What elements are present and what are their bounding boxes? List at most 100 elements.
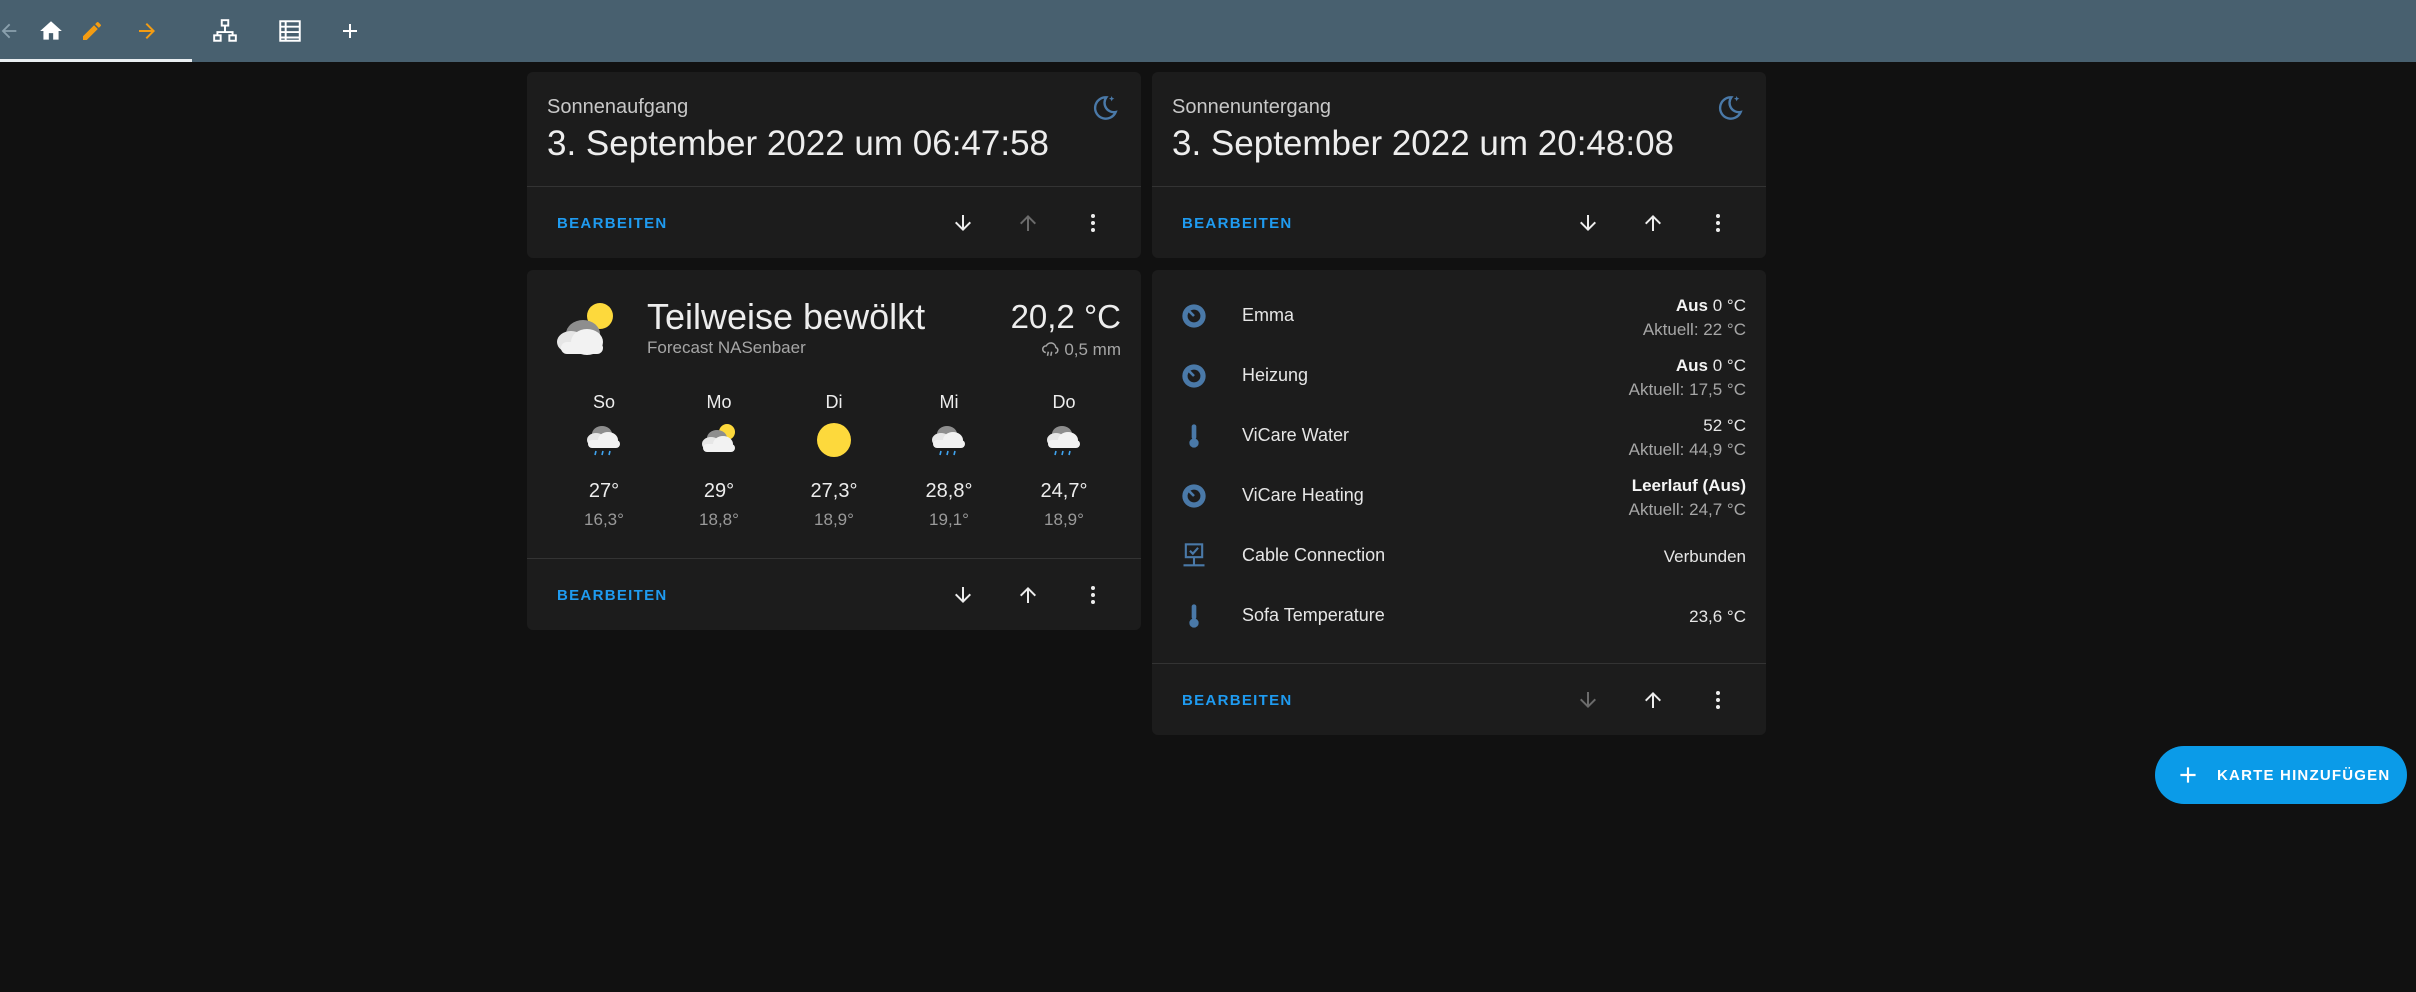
entity-current: Aktuell: 44,9 °C xyxy=(1628,440,1746,459)
forecast-high: 28,8° xyxy=(925,480,973,502)
thermostat-icon xyxy=(1178,360,1210,392)
forecast-day-name: Mi xyxy=(939,392,959,412)
rainy-icon xyxy=(582,416,626,460)
rainy-icon xyxy=(927,416,971,460)
card-label: Sonnenaufgang xyxy=(547,96,689,118)
arrow-up-icon xyxy=(1012,207,1044,239)
more-vert-icon[interactable] xyxy=(1077,579,1109,611)
card-label: Sonnenuntergang xyxy=(1172,96,1332,118)
arrow-down-icon[interactable] xyxy=(1572,207,1604,239)
weather-night-icon xyxy=(1089,92,1121,124)
arrow-left-icon[interactable] xyxy=(0,14,26,48)
arrow-down-icon[interactable] xyxy=(947,579,979,611)
arrow-down-icon[interactable] xyxy=(947,207,979,239)
entity-state: Verbunden xyxy=(1664,545,1746,569)
forecast-day-name: Do xyxy=(1052,392,1076,412)
pencil-icon[interactable] xyxy=(75,14,109,48)
edit-button[interactable]: BEARBEITEN xyxy=(557,587,668,604)
forecast-day-name: Mo xyxy=(706,392,732,412)
entity-row[interactable]: Sofa Temperature 23,6 °C xyxy=(1152,586,1766,646)
thermometer-icon xyxy=(1178,600,1210,632)
forecast-high: 24,7° xyxy=(1040,480,1088,502)
entity-state-value: Verbunden xyxy=(1663,547,1746,566)
forecast-low: 18,9° xyxy=(814,510,854,529)
rainy-icon xyxy=(1042,416,1086,460)
forecast-low: 16,3° xyxy=(584,510,624,529)
more-vert-icon[interactable] xyxy=(1702,207,1734,239)
weather-pouring-icon xyxy=(1042,342,1059,356)
card-actions: BEARBEITEN xyxy=(1152,663,1766,735)
entity-state: 52 °C Aktuell: 44,9 °C xyxy=(1629,414,1746,462)
weather-night-icon xyxy=(1714,92,1746,124)
entity-state-value: 23,6 °C xyxy=(1689,607,1746,626)
entity-current: Aktuell: 17,5 °C xyxy=(1628,380,1746,399)
forecast-low: 18,9° xyxy=(1044,510,1084,529)
edit-button[interactable]: BEARBEITEN xyxy=(557,215,668,232)
forecast-day-name: So xyxy=(592,392,616,412)
thermometer-icon xyxy=(1178,420,1210,452)
thermostat-icon xyxy=(1178,480,1210,512)
card-value: 3. September 2022 um 06:47:58 xyxy=(547,124,1050,163)
partly-cloudy-icon xyxy=(549,290,625,366)
arrow-up-icon[interactable] xyxy=(1637,207,1669,239)
entities-card: Emma Aus 0 °C Aktuell: 22 °C Heizung Aus… xyxy=(1152,270,1766,735)
entity-row[interactable]: Heizung Aus 0 °C Aktuell: 17,5 °C xyxy=(1152,346,1766,406)
card-actions: BEARBEITEN xyxy=(1152,186,1766,258)
entity-name: ViCare Water xyxy=(1242,425,1350,445)
entity-state-bold: Aus xyxy=(1675,296,1709,315)
forecast-day: Di 27,3° 18,9° xyxy=(784,392,884,537)
entity-state: Aus 0 °C Aktuell: 17,5 °C xyxy=(1629,354,1746,402)
entity-current: Aktuell: 24,7 °C xyxy=(1628,500,1746,519)
entity-state: Leerlauf (Aus) Aktuell: 24,7 °C xyxy=(1629,474,1746,522)
more-vert-icon[interactable] xyxy=(1077,207,1109,239)
entity-row[interactable]: Emma Aus 0 °C Aktuell: 22 °C xyxy=(1152,286,1766,346)
entity-state: Aus 0 °C Aktuell: 22 °C xyxy=(1643,294,1746,342)
arrow-up-icon[interactable] xyxy=(1012,579,1044,611)
edit-button[interactable]: BEARBEITEN xyxy=(1182,215,1293,232)
entity-current: Aktuell: 22 °C xyxy=(1642,320,1746,339)
add-card-label: KARTE HINZUFÜGEN xyxy=(2217,766,2391,784)
forecast-day-name: Di xyxy=(825,392,843,412)
forecast-day: So 27° 16,3° xyxy=(554,392,654,537)
more-vert-icon[interactable] xyxy=(1702,684,1734,716)
active-view-indicator xyxy=(0,59,192,62)
thermostat-icon xyxy=(1178,300,1210,332)
forecast-low: 18,8° xyxy=(699,510,739,529)
current-temperature: 20,2 °C xyxy=(1010,298,1121,335)
entity-state-value: 0 °C xyxy=(1708,356,1746,375)
sunny-icon xyxy=(812,416,856,460)
entity-name: Sofa Temperature xyxy=(1242,605,1385,625)
forecast-day: Mi 28,8° 19,1° xyxy=(899,392,999,537)
partly-cloudy-icon xyxy=(697,416,741,460)
entity-state: 23,6 °C xyxy=(1689,605,1746,629)
weather-forecast-card: Teilweise bewölkt Forecast NASenbaer 20,… xyxy=(527,270,1141,630)
forecast-day: Do 24,7° 18,9° xyxy=(1014,392,1114,537)
entity-row[interactable]: Cable Connection Verbunden xyxy=(1152,526,1766,586)
weather-entity-name: Forecast NASenbaer xyxy=(647,338,806,357)
entity-state-value: 52 °C xyxy=(1703,416,1746,435)
entity-name: Heizung xyxy=(1242,365,1309,385)
plus-icon[interactable] xyxy=(333,14,367,48)
arrow-right-icon[interactable] xyxy=(130,14,164,48)
home-icon[interactable] xyxy=(34,14,68,48)
card-actions: BEARBEITEN xyxy=(527,558,1141,630)
arrow-down-icon xyxy=(1572,684,1604,716)
add-card-button[interactable]: KARTE HINZUFÜGEN xyxy=(2155,746,2407,804)
entity-row[interactable]: ViCare Heating Leerlauf (Aus) Aktuell: 2… xyxy=(1152,466,1766,526)
entity-name: ViCare Heating xyxy=(1242,485,1364,505)
forecast-high: 29° xyxy=(703,480,735,502)
edit-toolbar xyxy=(0,0,2416,62)
sunrise-card: Sonnenaufgang 3. September 2022 um 06:47… xyxy=(527,72,1141,258)
edit-button[interactable]: BEARBEITEN xyxy=(1182,692,1293,709)
sunset-card: Sonnenuntergang 3. September 2022 um 20:… xyxy=(1152,72,1766,258)
entity-state-bold: Leerlauf (Aus) xyxy=(1631,476,1746,495)
forecast-day: Mo 29° 18,8° xyxy=(669,392,769,537)
entity-row[interactable]: ViCare Water 52 °C Aktuell: 44,9 °C xyxy=(1152,406,1766,466)
precipitation-value: 0,5 mm xyxy=(1064,340,1121,359)
table-rows-icon[interactable] xyxy=(273,14,307,48)
forecast-high: 27,3° xyxy=(810,480,858,502)
sitemap-icon[interactable] xyxy=(208,14,242,48)
card-value: 3. September 2022 um 20:48:08 xyxy=(1172,124,1675,163)
entity-state-value: 0 °C xyxy=(1708,296,1746,315)
arrow-up-icon[interactable] xyxy=(1637,684,1669,716)
